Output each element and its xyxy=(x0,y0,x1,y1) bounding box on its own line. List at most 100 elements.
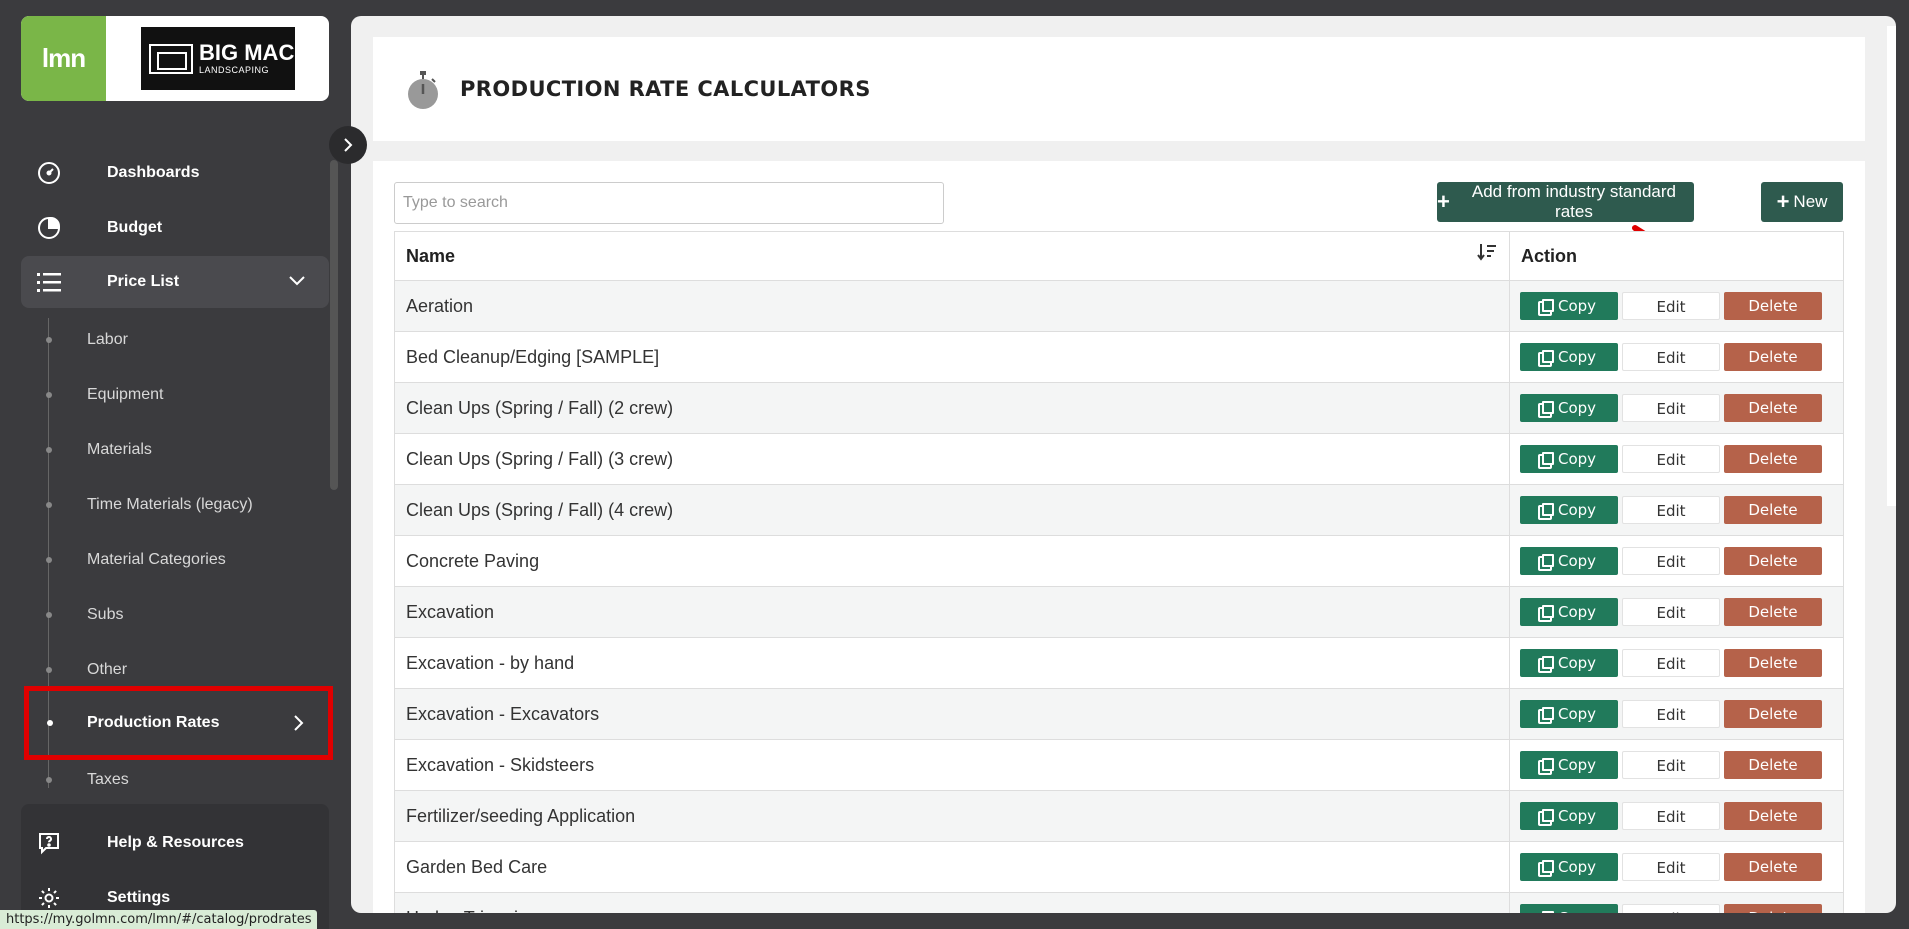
sort-descending-icon[interactable] xyxy=(1477,242,1497,267)
sub-item-other[interactable]: Other xyxy=(21,650,329,690)
table-row[interactable]: Garden Bed Care Copy Edit Delete xyxy=(394,841,1844,893)
row-name[interactable]: Garden Bed Care xyxy=(394,841,1510,893)
copy-button[interactable]: Copy xyxy=(1520,853,1618,881)
delete-button[interactable]: Delete xyxy=(1724,547,1822,575)
table-row[interactable]: Excavation - Excavators Copy Edit Delete xyxy=(394,688,1844,740)
search-input[interactable] xyxy=(394,182,944,224)
copy-button[interactable]: Copy xyxy=(1520,802,1618,830)
sub-item-material-categories[interactable]: Material Categories xyxy=(21,540,329,580)
delete-button[interactable]: Delete xyxy=(1724,598,1822,626)
delete-button[interactable]: Delete xyxy=(1724,904,1822,913)
new-button[interactable]: + New xyxy=(1761,182,1843,222)
edit-button[interactable]: Edit xyxy=(1622,853,1720,881)
row-name[interactable]: Fertilizer/seeding Application xyxy=(394,790,1510,842)
row-name[interactable]: Excavation - Excavators xyxy=(394,688,1510,740)
add-from-industry-button[interactable]: + Add from industry standard rates xyxy=(1437,182,1694,222)
logo-area[interactable]: lmn BIG MAC LANDSCAPING xyxy=(21,16,329,101)
sub-item-materials[interactable]: Materials xyxy=(21,430,329,470)
edit-button[interactable]: Edit xyxy=(1622,496,1720,524)
copy-button[interactable]: Copy xyxy=(1520,649,1618,677)
row-name[interactable]: Aeration xyxy=(394,280,1510,332)
nav-help-label: Help & Resources xyxy=(107,834,244,851)
sub-item-time-materials[interactable]: Time Materials (legacy) xyxy=(21,485,329,525)
table-row[interactable]: Clean Ups (Spring / Fall) (3 crew) Copy Ed… xyxy=(394,433,1844,485)
row-actions: Copy EditDelete xyxy=(1509,637,1844,689)
edit-button[interactable]: Edit xyxy=(1622,700,1720,728)
sub-item-equipment[interactable]: Equipment xyxy=(21,375,329,415)
copy-button[interactable]: Copy xyxy=(1520,598,1618,626)
edit-button[interactable]: Edit xyxy=(1622,802,1720,830)
copy-button[interactable]: Copy xyxy=(1520,292,1618,320)
row-name[interactable]: Bed Cleanup/Edging [SAMPLE] xyxy=(394,331,1510,383)
delete-button[interactable]: Delete xyxy=(1724,649,1822,677)
content-card: + Add from industry standard rates + New… xyxy=(373,161,1865,913)
nav-price-list[interactable]: Price List xyxy=(21,256,329,308)
sub-item-subs[interactable]: Subs xyxy=(21,595,329,635)
delete-button[interactable]: Delete xyxy=(1724,751,1822,779)
copy-button[interactable]: Copy xyxy=(1520,445,1618,473)
edit-button[interactable]: Edit xyxy=(1622,751,1720,779)
edit-button[interactable]: Edit xyxy=(1622,598,1720,626)
row-name[interactable]: Excavation - Skidsteers xyxy=(394,739,1510,791)
nav-budget-label: Budget xyxy=(107,219,163,236)
sub-item-label: Material Categories xyxy=(87,551,226,568)
copy-button[interactable]: Copy xyxy=(1520,904,1618,913)
copy-button[interactable]: Copy xyxy=(1520,751,1618,779)
table-row[interactable]: Bed Cleanup/Edging [SAMPLE] Copy Edit Delet… xyxy=(394,331,1844,383)
table-row[interactable]: Concrete Paving Copy Edit Delete xyxy=(394,535,1844,587)
bullet-dot xyxy=(46,447,52,453)
chevron-down-icon xyxy=(287,270,307,295)
table-row[interactable]: Hedge Trimming Copy Edit Delete xyxy=(394,892,1844,913)
table-row[interactable]: Clean Ups (Spring / Fall) (2 crew) Copy Ed… xyxy=(394,382,1844,434)
nav-dashboards[interactable]: Dashboards xyxy=(21,147,329,199)
delete-button[interactable]: Delete xyxy=(1724,343,1822,371)
table-row[interactable]: Aeration Copy Edit Delete xyxy=(394,280,1844,332)
nav-help-resources[interactable]: Help & Resources xyxy=(21,817,329,869)
table-row[interactable]: Fertilizer/seeding Application Copy Edit De… xyxy=(394,790,1844,842)
row-name[interactable]: Excavation - by hand xyxy=(394,637,1510,689)
edit-button[interactable]: Edit xyxy=(1622,343,1720,371)
sub-item-production-rates[interactable]: Production Rates xyxy=(24,686,333,760)
sidebar-scrollbar[interactable] xyxy=(330,160,338,490)
bullet-dot xyxy=(46,612,52,618)
nav-budget[interactable]: Budget xyxy=(21,202,329,254)
row-name[interactable]: Excavation xyxy=(394,586,1510,638)
row-name[interactable]: Clean Ups (Spring / Fall) (2 crew) xyxy=(394,382,1510,434)
copy-button[interactable]: Copy xyxy=(1520,394,1618,422)
copy-icon xyxy=(1541,911,1554,913)
table-row[interactable]: Excavation Copy Edit Delete xyxy=(394,586,1844,638)
copy-label: Copy xyxy=(1557,297,1597,315)
edit-button[interactable]: Edit xyxy=(1622,649,1720,677)
copy-button[interactable]: Copy xyxy=(1520,496,1618,524)
sub-item-taxes[interactable]: Taxes xyxy=(21,760,329,800)
delete-button[interactable]: Delete xyxy=(1724,700,1822,728)
delete-button[interactable]: Delete xyxy=(1724,292,1822,320)
delete-button[interactable]: Delete xyxy=(1724,496,1822,524)
delete-button[interactable]: Delete xyxy=(1724,802,1822,830)
delete-button[interactable]: Delete xyxy=(1724,853,1822,881)
column-header-name[interactable]: Name xyxy=(394,231,1510,281)
copy-button[interactable]: Copy xyxy=(1520,700,1618,728)
copy-button[interactable]: Copy xyxy=(1520,343,1618,371)
edit-button[interactable]: Edit xyxy=(1622,292,1720,320)
edit-button[interactable]: Edit xyxy=(1622,904,1720,913)
edit-button[interactable]: Edit xyxy=(1622,394,1720,422)
collapse-sidebar-button[interactable] xyxy=(329,126,367,164)
row-name[interactable]: Hedge Trimming xyxy=(394,892,1510,913)
table-row[interactable]: Clean Ups (Spring / Fall) (4 crew) Copy Ed… xyxy=(394,484,1844,536)
sub-item-labor[interactable]: Labor xyxy=(21,320,329,360)
edit-button[interactable]: Edit xyxy=(1622,547,1720,575)
delete-button[interactable]: Delete xyxy=(1724,445,1822,473)
copy-button[interactable]: Copy xyxy=(1520,547,1618,575)
pie-chart-icon xyxy=(35,214,63,242)
table-row[interactable]: Excavation - Skidsteers Copy Edit Delete xyxy=(394,739,1844,791)
delete-button[interactable]: Delete xyxy=(1724,394,1822,422)
row-name[interactable]: Clean Ups (Spring / Fall) (4 crew) xyxy=(394,484,1510,536)
row-name[interactable]: Clean Ups (Spring / Fall) (3 crew) xyxy=(394,433,1510,485)
table-row[interactable]: Excavation - by hand Copy Edit Delete xyxy=(394,637,1844,689)
row-name[interactable]: Concrete Paving xyxy=(394,535,1510,587)
row-actions: Copy EditDelete xyxy=(1509,331,1844,383)
edit-button[interactable]: Edit xyxy=(1622,445,1720,473)
copy-icon xyxy=(1541,503,1554,516)
main-scrollbar[interactable] xyxy=(1887,26,1896,506)
